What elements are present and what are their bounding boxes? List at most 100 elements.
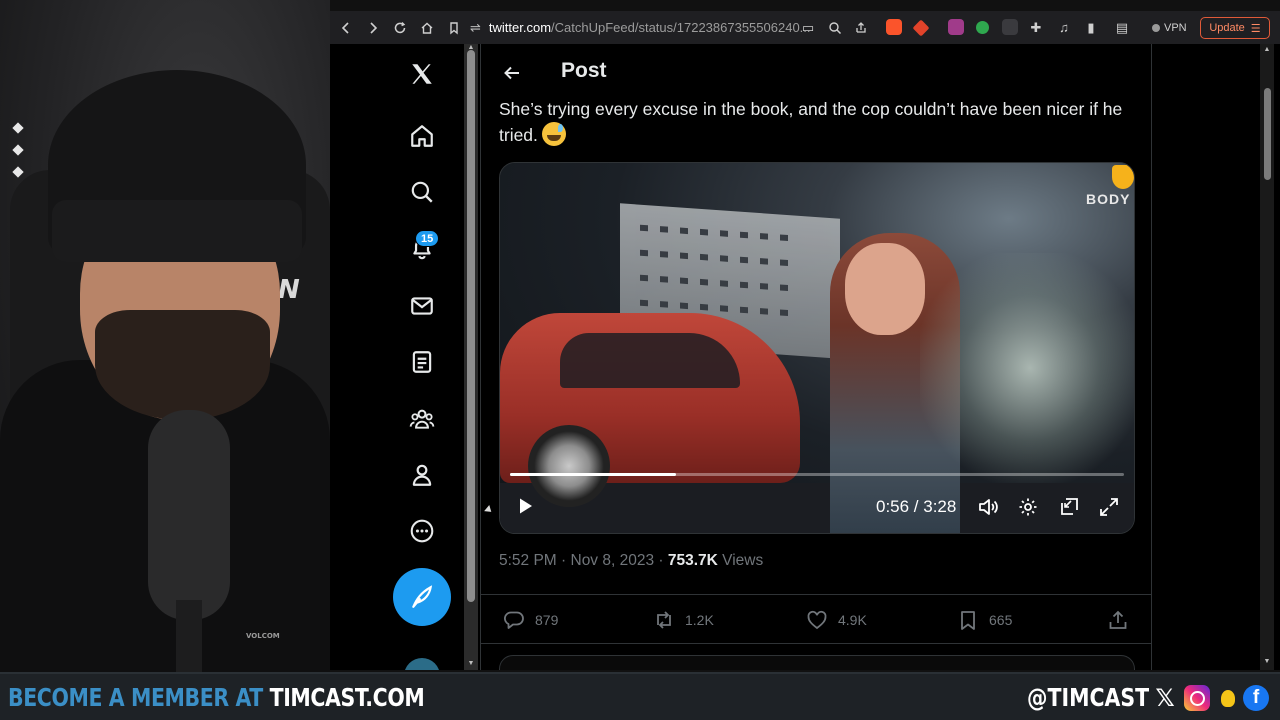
page-scrollbar-thumb[interactable] [1264, 88, 1271, 180]
stream-banner: BECOME A MEMBER AT TIMCAST.COM @TIMCAST … [0, 672, 1280, 720]
fullscreen-icon[interactable] [1096, 494, 1122, 520]
bookmark-icon [961, 611, 975, 630]
back-nav-icon[interactable] [332, 14, 359, 41]
home-nav-icon[interactable] [413, 14, 440, 41]
facebook-icon: f [1243, 685, 1269, 711]
wallet-icon[interactable]: ▤ [1112, 11, 1132, 44]
vpn-button[interactable]: VPN [1152, 19, 1187, 36]
reply-composer-peek[interactable] [499, 655, 1135, 670]
video-controls: 0:56 / 3:28 [500, 488, 1134, 528]
reload-icon[interactable] [386, 14, 413, 41]
menu-icon: ☰ [1250, 22, 1261, 35]
feather-icon [412, 585, 433, 608]
scroll-down-arrow-icon[interactable]: ▼ [467, 660, 475, 668]
picture-in-picture-icon[interactable] [1056, 494, 1082, 520]
url-path: /CatchUpFeed/status/17223867355506240... [551, 20, 811, 35]
post-header: Post [481, 44, 1153, 100]
repost-button[interactable]: 1.2K [653, 607, 714, 633]
x-logo-icon[interactable] [402, 54, 442, 94]
host-beard [95, 310, 270, 420]
right-column: ▲ ▼ [1152, 44, 1280, 670]
page-title: Post [561, 59, 607, 82]
views-count: 753.7K [667, 552, 718, 569]
tweet-body: She’s trying every excuse in the book, a… [499, 99, 1123, 145]
cta-site: TIMCAST.COM [269, 683, 425, 712]
messages-mail-icon[interactable] [402, 286, 442, 326]
extension-icon-2[interactable] [976, 21, 989, 34]
vpn-status-dot [1152, 23, 1160, 32]
video-progress-bar[interactable] [510, 473, 1124, 476]
body-cam-label: BODY [1086, 191, 1131, 207]
url-domain: twitter.com [488, 20, 552, 35]
settings-gear-icon[interactable] [1015, 494, 1041, 520]
extensions-puzzle-icon[interactable]: ✚ [1026, 11, 1046, 44]
search-icon[interactable] [402, 172, 442, 212]
video-glare [920, 253, 1134, 483]
chair-logo: N [278, 275, 300, 305]
post-meta: 5:52 PM · Nov 8, 2023 · 753.7K Views [499, 552, 763, 570]
update-button[interactable]: Update ☰ [1200, 17, 1270, 39]
play-icon[interactable] [512, 493, 538, 519]
update-label: Update [1209, 22, 1245, 34]
repost-count: 1.2K [685, 612, 714, 628]
page-scrollbar[interactable]: ▲ ▼ [1260, 44, 1274, 670]
notifications-count-badge: 15 [415, 230, 440, 247]
twitter-page: 15 ▲ ▼ Post She’s trying every excuse in… [330, 44, 1280, 670]
post-timestamp[interactable]: 5:52 PM · Nov 8, 2023 · [499, 552, 664, 569]
video-progress-fill [510, 473, 676, 476]
cast-icon[interactable]: ▭ [798, 11, 818, 44]
left-scrollbar-thumb[interactable] [467, 50, 475, 602]
communities-icon[interactable] [402, 399, 442, 439]
forward-nav-icon[interactable] [359, 14, 386, 41]
profile-icon[interactable] [402, 455, 442, 495]
stream-frame: N VOLCOM ⇌ twitter.com/CatchUpFeed/statu… [0, 0, 1280, 720]
microphone [148, 410, 230, 620]
home-icon[interactable] [402, 116, 442, 156]
volume-icon[interactable] [975, 494, 1001, 520]
microphone-brand: VOLCOM [246, 632, 280, 640]
tweet-text: She’s trying every excuse in the book, a… [499, 96, 1139, 148]
membership-cta: BECOME A MEMBER AT TIMCAST.COM [8, 683, 425, 712]
reply-button[interactable]: 879 [503, 607, 558, 633]
share-post-button[interactable] [1107, 607, 1129, 633]
brave-shields-icon[interactable] [886, 19, 902, 35]
microphone-stand [176, 600, 202, 672]
share-icon[interactable] [851, 11, 871, 44]
page-scroll-down-icon[interactable]: ▼ [1263, 658, 1271, 665]
lists-icon[interactable] [402, 342, 442, 382]
compose-post-button[interactable] [393, 568, 451, 626]
extension-icon-3[interactable] [1002, 19, 1018, 35]
like-count: 4.9K [838, 612, 867, 628]
reply-bubble-icon [504, 611, 524, 629]
heart-icon [807, 610, 827, 630]
back-arrow-icon[interactable] [497, 58, 527, 88]
extension-icon-1[interactable] [948, 19, 964, 35]
media-controls-icon[interactable]: ♫ [1054, 11, 1074, 44]
post-column: Post She’s trying every excuse in the bo… [480, 44, 1153, 670]
twitter-sidebar: 15 ▲ ▼ [330, 44, 478, 670]
lightbulb-icon [1215, 685, 1241, 711]
upload-share-icon [1109, 610, 1127, 629]
video-time: 0:56 / 3:28 [876, 497, 957, 516]
host-beanie-fold [52, 200, 302, 262]
bookmark-button[interactable]: 665 [957, 607, 1012, 633]
sidebar-toggle-icon[interactable]: ▮ [1081, 11, 1101, 44]
body-cam-badge-icon [1112, 165, 1134, 189]
zoom-icon[interactable] [825, 11, 845, 44]
video-player[interactable]: BODY 0:56 / 3:28 [499, 162, 1135, 534]
x-social-icon: 𝕏 [1155, 684, 1175, 712]
post-actions-bar: 879 1.2K 4.9K 665 [481, 594, 1153, 644]
vpn-label: VPN [1164, 21, 1187, 34]
laughing-sweat-emoji-icon [541, 122, 566, 146]
repost-icon [657, 611, 671, 629]
bookmark-page-icon[interactable] [440, 14, 467, 41]
page-scroll-up-icon[interactable]: ▲ [1263, 46, 1271, 53]
browser-toolbar: ⇌ twitter.com/CatchUpFeed/status/1722386… [330, 11, 1280, 44]
site-settings-icon[interactable]: ⇌ [470, 20, 481, 36]
views-label: Views [722, 552, 764, 569]
more-options-icon[interactable] [402, 511, 442, 551]
instagram-icon [1184, 685, 1210, 711]
left-scrollbar[interactable]: ▲ ▼ [464, 44, 478, 670]
account-avatar[interactable] [404, 658, 440, 670]
like-button[interactable]: 4.9K [806, 607, 867, 633]
